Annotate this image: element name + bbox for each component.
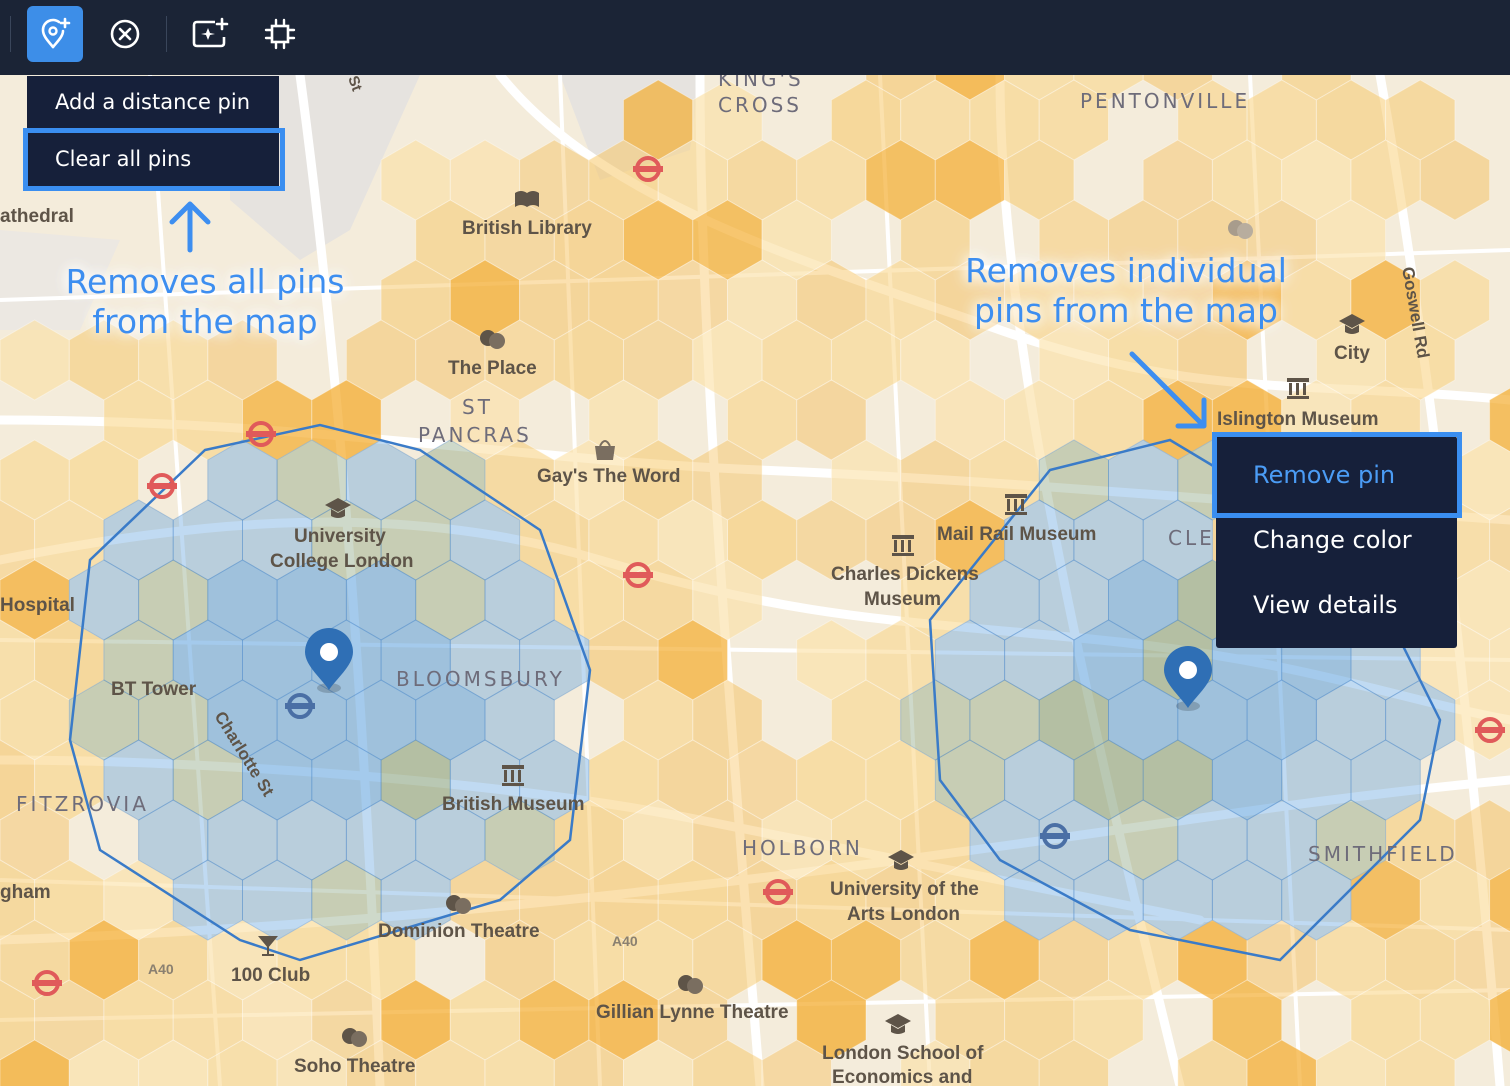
annotation-remove-pin: Removes individual pins from the map (940, 251, 1312, 331)
label-100-club: 100 Club (231, 965, 310, 986)
district-holborn: HOLBORN (742, 836, 863, 860)
toolbar-divider (10, 16, 11, 52)
label-cathedral: athedral (0, 206, 74, 227)
label-lse: London School of (822, 1043, 984, 1064)
district-bloomsbury: BLOOMSBURY (396, 667, 565, 691)
label-the-place: The Place (448, 358, 537, 379)
add-distance-pin-item[interactable]: Add a distance pin (55, 90, 250, 114)
district-st-pancras-2: PANCRAS (418, 423, 532, 447)
label-mail-rail: Mail Rail Museum (937, 524, 1096, 545)
label-lse-2: Economics and (832, 1067, 972, 1086)
label-bt-tower: BT Tower (111, 679, 197, 700)
label-ucl-2: College London (270, 551, 414, 572)
district-smithfield: SMITHFIELD (1308, 842, 1458, 866)
add-pin-icon (41, 17, 71, 49)
district-kings-cross-2: CROSS (718, 93, 802, 117)
label-ucl: University (294, 526, 386, 547)
focus-area-button[interactable] (252, 6, 308, 62)
clear-circle-icon (110, 19, 140, 49)
label-gham: gham (0, 882, 51, 903)
label-soho-theatre: Soho Theatre (294, 1056, 415, 1077)
annotation-clear-all-line1: Removes all pins (65, 262, 345, 301)
label-a40: A40 (148, 961, 174, 977)
label-islington-museum: Islington Museum (1217, 409, 1379, 430)
crop-focus-icon (264, 18, 296, 50)
label-british-museum: British Museum (442, 794, 585, 815)
library-icon (515, 191, 539, 207)
annotation-remove-pin-line2: pins from the map (974, 291, 1278, 330)
label-ual-2: Arts London (847, 904, 960, 925)
add-image-icon (192, 17, 229, 48)
label-hospital: Hospital (0, 595, 75, 616)
label-british-library: British Library (462, 218, 592, 239)
district-st-pancras: ST (462, 395, 493, 419)
district-clerkenwell: CLE (1168, 526, 1215, 550)
remove-pin-item[interactable]: Remove pin (1253, 461, 1395, 489)
district-pentonville: PENTONVILLE (1080, 89, 1250, 113)
annotation-clear-all-line2: from the map (92, 302, 318, 341)
add-pin-button[interactable] (27, 6, 83, 62)
add-image-button[interactable] (182, 6, 238, 62)
change-color-item[interactable]: Change color (1253, 526, 1412, 554)
label-dominion: Dominion Theatre (378, 921, 540, 942)
label-dickens-2: Museum (864, 589, 941, 610)
pin-context-menu: Remove pin Change color View details (1216, 436, 1457, 648)
clear-all-pins-item[interactable]: Clear all pins (55, 147, 191, 171)
toolbar-divider (166, 16, 167, 52)
annotation-remove-pin-line1: Removes individual (965, 251, 1287, 290)
label-ual: University of the (830, 879, 979, 900)
label-gillian-lynne: Gillian Lynne Theatre (596, 1002, 789, 1023)
clear-pins-button[interactable] (97, 6, 153, 62)
annotation-clear-all: Removes all pins from the map (40, 262, 370, 342)
label-gays-the-word: Gay's The Word (537, 466, 681, 487)
view-details-item[interactable]: View details (1253, 591, 1398, 619)
label-dickens: Charles Dickens (831, 564, 979, 585)
map-toolbar (0, 0, 1510, 75)
label-city: City (1334, 343, 1370, 364)
label-a40-2: A40 (612, 933, 638, 949)
pins-dropdown-menu: Add a distance pin Clear all pins (27, 76, 279, 186)
district-fitzrovia: FITZROVIA (16, 792, 149, 816)
